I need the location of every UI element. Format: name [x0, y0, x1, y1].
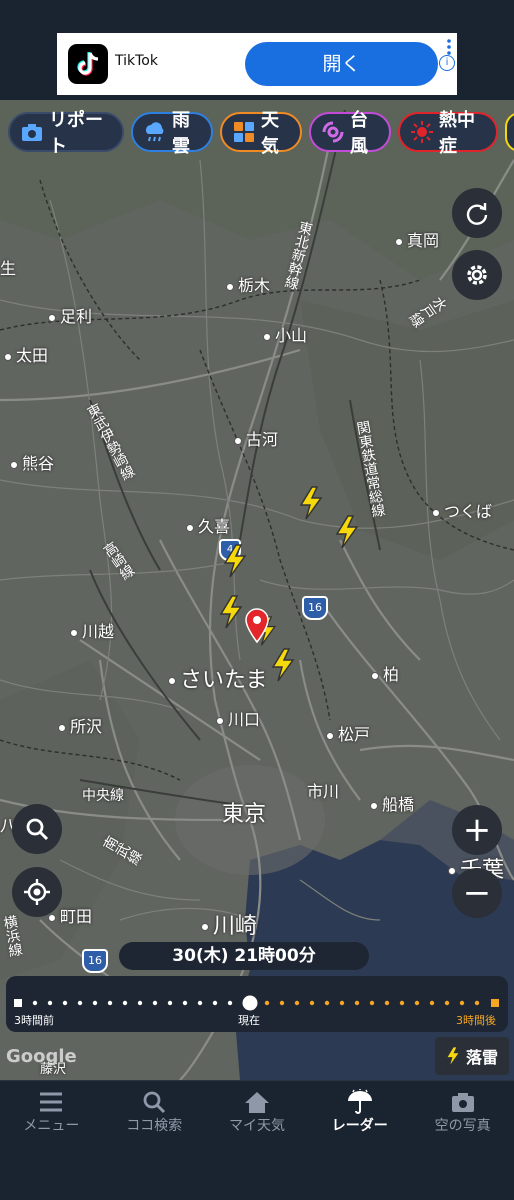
lightning-label: 落雷 — [465, 1048, 498, 1067]
timeline-future-label: 3時間後 — [456, 1014, 496, 1027]
info-icon[interactable]: i — [439, 55, 455, 71]
place-label: 川越 — [70, 618, 114, 642]
timeline-thumb — [242, 995, 258, 1011]
typhoon-icon — [321, 120, 345, 144]
chip-heatstroke[interactable]: 熱中症 — [398, 110, 498, 157]
place-label: 足利 — [48, 303, 92, 327]
place-label: さいたま — [168, 662, 267, 694]
nav-label: メニュー — [23, 1118, 80, 1134]
lightning-icon[interactable] — [334, 515, 360, 549]
place-label: 栃木 — [226, 272, 270, 296]
bottom-nav: メニュー ココ検索 マイ天気 レーダー 空の写真 — [0, 1080, 514, 1141]
place-label: 船橋 — [370, 791, 414, 815]
rain-cloud-icon — [143, 120, 167, 144]
place-label: 市川 — [307, 782, 340, 801]
place-label: 久喜 — [186, 513, 230, 537]
lightning-icon — [447, 1047, 459, 1065]
ad-more-icon[interactable] — [447, 39, 451, 55]
rail-line-label: 中央線 — [82, 788, 124, 804]
lightning-icon[interactable] — [218, 595, 244, 629]
radar-map[interactable]: リポート 雨雲 天気 台風 熱中症 真岡 栃木 小山 足利 太田 生 古河 熊谷 — [0, 100, 514, 1080]
lightning-icon[interactable] — [270, 648, 296, 682]
place-label: 柏 — [371, 661, 399, 685]
place-label: 小山 — [263, 322, 307, 346]
place-label: 東京 — [222, 802, 267, 827]
chip-report[interactable]: リポート — [8, 110, 124, 157]
chip-weather[interactable]: 天気 — [220, 110, 302, 157]
ad-open-button[interactable]: 開く — [245, 42, 438, 86]
nav-label: ココ検索 — [126, 1118, 183, 1134]
sun-icon — [410, 120, 434, 144]
timeline-now-label: 現在 — [238, 1014, 260, 1027]
chip-label: 天気 — [261, 110, 279, 157]
tiktok-logo-icon — [68, 44, 108, 84]
settings-button[interactable] — [452, 250, 502, 300]
search-icon — [142, 1089, 166, 1115]
nav-radar[interactable]: レーダー — [308, 1081, 411, 1141]
chip-typhoon[interactable]: 台風 — [309, 110, 391, 157]
zoom-in-button[interactable]: + — [452, 805, 502, 855]
chip-rain-cloud[interactable]: 雨雲 — [131, 110, 213, 157]
gear-icon — [467, 265, 487, 285]
chip-label: リポート — [49, 110, 103, 157]
ad-banner[interactable]: TikTok 開く i — [57, 33, 457, 95]
current-time-label: 30(木) 21時00分 — [119, 942, 369, 970]
place-label: 松戸 — [326, 721, 370, 745]
search-button[interactable] — [12, 804, 62, 854]
search-icon — [26, 818, 49, 841]
zoom-out-button[interactable]: − — [452, 868, 502, 918]
place-label: 生 — [0, 259, 17, 278]
chip-label: 雨雲 — [172, 110, 190, 157]
place-label: 真岡 — [395, 227, 439, 251]
place-label: 古河 — [234, 426, 278, 450]
locate-button[interactable] — [12, 867, 62, 917]
locate-icon — [24, 879, 50, 905]
camera-icon — [451, 1089, 475, 1115]
nav-search[interactable]: ココ検索 — [103, 1081, 206, 1141]
menu-icon — [38, 1089, 64, 1115]
refresh-icon — [466, 203, 488, 225]
nav-menu[interactable]: メニュー — [0, 1081, 103, 1141]
place-label: 川口 — [216, 706, 260, 730]
place-label: 川崎 — [201, 908, 257, 940]
place-label: 熊谷 — [10, 450, 54, 474]
ad-app-name: TikTok — [115, 53, 158, 69]
nav-label: レーダー — [331, 1118, 388, 1134]
weather-grid-icon — [232, 120, 256, 144]
home-icon — [244, 1089, 270, 1115]
route-shield: 16 — [302, 596, 328, 620]
lightning-icon[interactable] — [298, 486, 324, 520]
place-label: 所沢 — [58, 713, 102, 737]
ad-bar: TikTok 開く i — [0, 0, 514, 100]
nav-my-weather[interactable]: マイ天気 — [206, 1081, 309, 1141]
system-bar — [0, 1140, 514, 1200]
timeline-past-label: 3時間前 — [14, 1014, 54, 1027]
google-logo: Google — [6, 1046, 77, 1067]
chip-label: 台風 — [350, 110, 368, 157]
lightning-toggle-button[interactable]: 落雷 — [435, 1037, 509, 1075]
chip-label: 熱中症 — [439, 110, 475, 157]
nav-sky-photos[interactable]: 空の写真 — [411, 1081, 514, 1141]
route-shield: 16 — [82, 949, 108, 973]
refresh-button[interactable] — [452, 188, 502, 238]
place-label: 太田 — [4, 342, 48, 366]
umbrella-icon — [346, 1089, 374, 1115]
lightning-icon[interactable] — [222, 544, 248, 578]
place-label: つくば — [432, 498, 492, 522]
camera-icon — [20, 120, 44, 144]
nav-label: 空の写真 — [434, 1118, 491, 1134]
location-pin-icon — [245, 608, 269, 644]
timeline-slider[interactable]: 3時間前 現在 3時間後 — [6, 976, 508, 1032]
nav-label: マイ天気 — [228, 1118, 285, 1134]
